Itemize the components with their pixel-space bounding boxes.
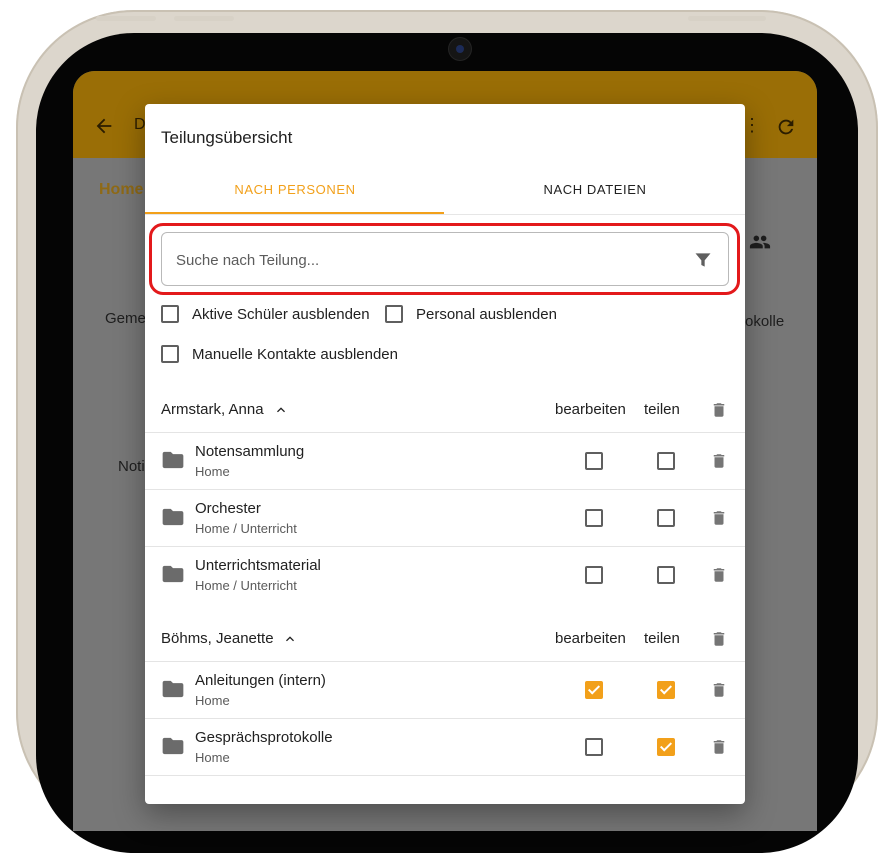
front-camera	[449, 38, 471, 60]
back-arrow-icon[interactable]	[93, 115, 115, 137]
hide-manual-contacts-option[interactable]: Manuelle Kontakte ausblenden	[161, 343, 398, 365]
share-checkbox[interactable]	[657, 681, 675, 699]
table-row: Gesprächsprotokolle Home	[145, 718, 745, 775]
hide-active-students-checkbox[interactable]	[161, 305, 179, 323]
table-row: Orchester Home / Unterricht	[145, 489, 745, 546]
file-name: Orchester	[195, 500, 261, 517]
file-path: Home / Unterricht	[195, 578, 297, 593]
share-checkbox[interactable]	[657, 509, 675, 527]
trash-icon[interactable]	[710, 681, 728, 699]
background-text-fragment: okolle	[745, 313, 785, 330]
file-path: Home	[195, 464, 230, 479]
camera-lens	[456, 45, 464, 53]
file-name: Gesprächsprotokolle	[195, 729, 333, 746]
column-header-share: teilen	[644, 401, 680, 418]
people-icon[interactable]	[749, 231, 771, 253]
group-name: Armstark, Anna	[161, 401, 264, 418]
group-header: Armstark, Anna bearbeiten teilen	[145, 388, 745, 432]
hide-staff-label: Personal ausblenden	[416, 305, 557, 323]
folder-icon	[162, 737, 184, 755]
more-vert-icon[interactable]: ⋮	[743, 115, 761, 136]
edit-checkbox[interactable]	[585, 452, 603, 470]
folder-icon	[162, 508, 184, 526]
volume-button	[96, 16, 156, 21]
search-input[interactable]	[174, 245, 678, 275]
file-path: Home / Unterricht	[195, 521, 297, 536]
dialog-title: Teilungsübersicht	[161, 128, 293, 147]
edit-checkbox[interactable]	[585, 566, 603, 584]
file-name: Unterrichtsmaterial	[195, 557, 321, 574]
column-header-edit: bearbeiten	[555, 401, 626, 418]
folder-icon	[162, 451, 184, 469]
refresh-icon[interactable]	[775, 116, 797, 138]
chevron-up-icon[interactable]	[273, 402, 289, 418]
file-name: Anleitungen (intern)	[195, 672, 326, 689]
share-checkbox[interactable]	[657, 738, 675, 756]
file-path: Home	[195, 750, 230, 765]
share-overview-dialog: Teilungsübersicht NACH PERSONEN NACH DAT…	[145, 104, 745, 804]
column-header-edit: bearbeiten	[555, 630, 626, 647]
filter-icon[interactable]	[693, 250, 713, 270]
tab-by-persons[interactable]: NACH PERSONEN	[145, 164, 445, 216]
hide-active-students-option[interactable]: Aktive Schüler ausblenden	[161, 303, 370, 325]
trash-icon[interactable]	[710, 630, 728, 648]
trash-icon[interactable]	[710, 401, 728, 419]
file-path: Home	[195, 693, 230, 708]
trash-icon[interactable]	[710, 509, 728, 527]
background-text-fragment: Geme	[105, 310, 146, 327]
column-header-share: teilen	[644, 630, 680, 647]
table-row: Notensammlung Home	[145, 432, 745, 489]
hide-manual-contacts-label: Manuelle Kontakte ausblenden	[192, 345, 398, 363]
share-checkbox[interactable]	[657, 452, 675, 470]
edit-checkbox[interactable]	[585, 681, 603, 699]
table-row: Unterrichtsmaterial Home / Unterricht	[145, 546, 745, 603]
search-box	[161, 232, 729, 286]
power-button	[688, 16, 766, 21]
row-divider	[145, 775, 745, 776]
trash-icon[interactable]	[710, 566, 728, 584]
trash-icon[interactable]	[710, 738, 728, 756]
background-text-fragment: Noti	[118, 458, 145, 475]
tab-indicator	[145, 212, 444, 214]
file-name: Notensammlung	[195, 443, 305, 460]
app-bar-title: D	[134, 116, 146, 133]
group-name: Böhms, Jeanette	[161, 630, 274, 647]
breadcrumb-home[interactable]: Home	[99, 181, 143, 199]
folder-icon	[162, 565, 184, 583]
edit-checkbox[interactable]	[585, 738, 603, 756]
chevron-up-icon[interactable]	[282, 631, 298, 647]
tab-divider	[145, 214, 745, 215]
trash-icon[interactable]	[710, 452, 728, 470]
group-header: Böhms, Jeanette bearbeiten teilen	[145, 617, 745, 661]
hide-manual-contacts-checkbox[interactable]	[161, 345, 179, 363]
folder-icon	[162, 680, 184, 698]
hide-active-students-label: Aktive Schüler ausblenden	[192, 305, 370, 323]
share-checkbox[interactable]	[657, 566, 675, 584]
volume-button	[174, 16, 234, 21]
table-row: Anleitungen (intern) Home	[145, 661, 745, 718]
tab-by-files[interactable]: NACH DATEIEN	[445, 164, 745, 216]
hide-staff-checkbox[interactable]	[385, 305, 403, 323]
hide-staff-option[interactable]: Personal ausblenden	[385, 303, 557, 325]
edit-checkbox[interactable]	[585, 509, 603, 527]
